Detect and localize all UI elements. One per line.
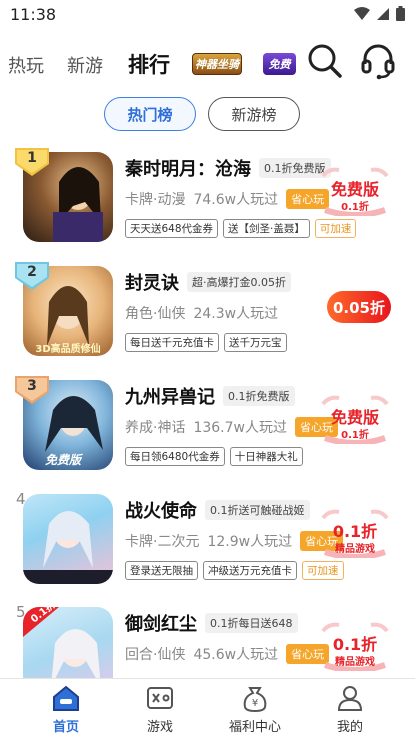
bottom-nav-welfare[interactable]: ¥ 福利中心: [205, 679, 305, 738]
home-icon: [53, 685, 79, 711]
game-category: 养成·神话: [125, 420, 186, 436]
accelerate-chip: 可加速: [314, 219, 357, 238]
accelerate-chip: 可加速: [302, 561, 344, 580]
benefit-chip: 每日领6480代金券: [125, 447, 225, 466]
rank-badge-bronze: 3: [15, 376, 49, 404]
player-count: 74.6w人玩过: [193, 192, 279, 208]
status-bar: 11:38: [0, 0, 415, 30]
promo-tag: 0.1折免费版: [223, 386, 295, 406]
benefit-chip: 送千万元宝: [224, 333, 287, 352]
game-category: 卡牌·动漫: [125, 192, 186, 208]
tab-ranking[interactable]: 排行: [128, 49, 170, 79]
bottom-nav-mine[interactable]: 我的: [300, 679, 400, 738]
game-category: 卡牌·二次元: [125, 534, 200, 550]
discount-price-button[interactable]: 0.05折: [327, 291, 391, 323]
promo-badge-free[interactable]: 免费: [263, 53, 296, 75]
status-icons: [354, 6, 405, 21]
discount-stamp: 0.1折 精品游戏: [319, 506, 391, 560]
player-count: 136.7w人玩过: [193, 420, 287, 436]
benefit-chip: 天天送648代金券: [125, 219, 219, 238]
character-art-icon: [23, 511, 113, 584]
benefit-chip: 每日送千元充值卡: [125, 333, 219, 352]
promo-tag: 0.1折送可触碰战姬: [205, 500, 310, 520]
subtab-new-list[interactable]: 新游榜: [208, 97, 300, 131]
game-row[interactable]: 1 秦时明月：沧海 0.1折免费版 卡牌·动漫 74.6w人玩过 省心玩 天天送…: [0, 148, 415, 270]
gamepad-icon: [147, 687, 173, 709]
svg-text:3D高品质修仙: 3D高品质修仙: [35, 342, 100, 355]
battery-icon: [396, 6, 405, 21]
promo-tag: 超·高爆打金0.05折: [187, 272, 291, 292]
bottom-nav-games[interactable]: 游戏: [110, 679, 210, 738]
game-row[interactable]: 4 战火使命 0.1折送可触碰战姬 卡牌·二次元 12.9w人玩过 省心玩 登录…: [0, 490, 415, 612]
svg-text:¥: ¥: [252, 698, 258, 709]
game-title: 御剑红尘: [125, 614, 197, 635]
bottom-nav: 首页 游戏 ¥ 福利中心 我的: [0, 678, 415, 738]
promo-tag: 0.1折每日送648: [205, 613, 298, 633]
game-category: 角色·仙侠: [125, 306, 186, 322]
player-count: 12.9w人玩过: [207, 534, 293, 550]
benefit-chip: 冲级送万元充值卡: [203, 561, 297, 580]
free-version-stamp: 免费版 0.1折: [319, 164, 391, 218]
money-bag-icon: ¥: [243, 687, 267, 713]
player-count: 24.3w人玩过: [193, 306, 279, 322]
promo-badge-mount[interactable]: 神器坐骑: [192, 53, 242, 75]
top-nav: 热玩 新游 排行 神器坐骑 免费: [0, 40, 415, 86]
user-icon: [337, 686, 363, 711]
wifi-icon: [354, 6, 370, 20]
signal-icon: [377, 7, 389, 20]
game-title: 九州异兽记: [125, 387, 215, 408]
benefit-chip: 十日神器大礼: [229, 447, 303, 466]
discount-stamp: 0.1折 精品游戏: [319, 619, 391, 673]
game-title: 封灵诀: [125, 273, 179, 294]
benefit-chip: 送【剑圣·盖聂】: [223, 219, 310, 238]
headset-icon[interactable]: [360, 42, 396, 80]
svg-text:免费版: 免费版: [45, 453, 84, 467]
game-title: 战火使命: [125, 501, 197, 522]
game-row[interactable]: 3D高品质修仙 2 封灵诀 超·高爆打金0.05折 角色·仙侠 24.3w人玩过…: [0, 262, 415, 384]
game-category: 回合·仙侠: [125, 647, 186, 663]
benefit-chip: 登录送无限抽: [125, 561, 198, 580]
game-title: 秦时明月：沧海: [125, 159, 251, 180]
free-version-stamp: 免费版 0.1折: [319, 392, 391, 446]
status-time: 11:38: [10, 5, 57, 24]
bottom-nav-home[interactable]: 首页: [16, 679, 116, 738]
tab-new-games[interactable]: 新游: [67, 52, 103, 78]
player-count: 45.6w人玩过: [193, 647, 279, 663]
subtab-hot-list[interactable]: 热门榜: [104, 97, 196, 131]
tab-hot-play[interactable]: 热玩: [8, 52, 44, 78]
rank-badge-gold: 1: [15, 148, 49, 176]
search-icon[interactable]: [306, 42, 344, 80]
rank-badge-silver: 2: [15, 262, 49, 290]
game-icon[interactable]: [23, 494, 113, 584]
game-row[interactable]: 免费版 3 九州异兽记 0.1折免费版 养成·神话 136.7w人玩过 省心玩 …: [0, 376, 415, 498]
